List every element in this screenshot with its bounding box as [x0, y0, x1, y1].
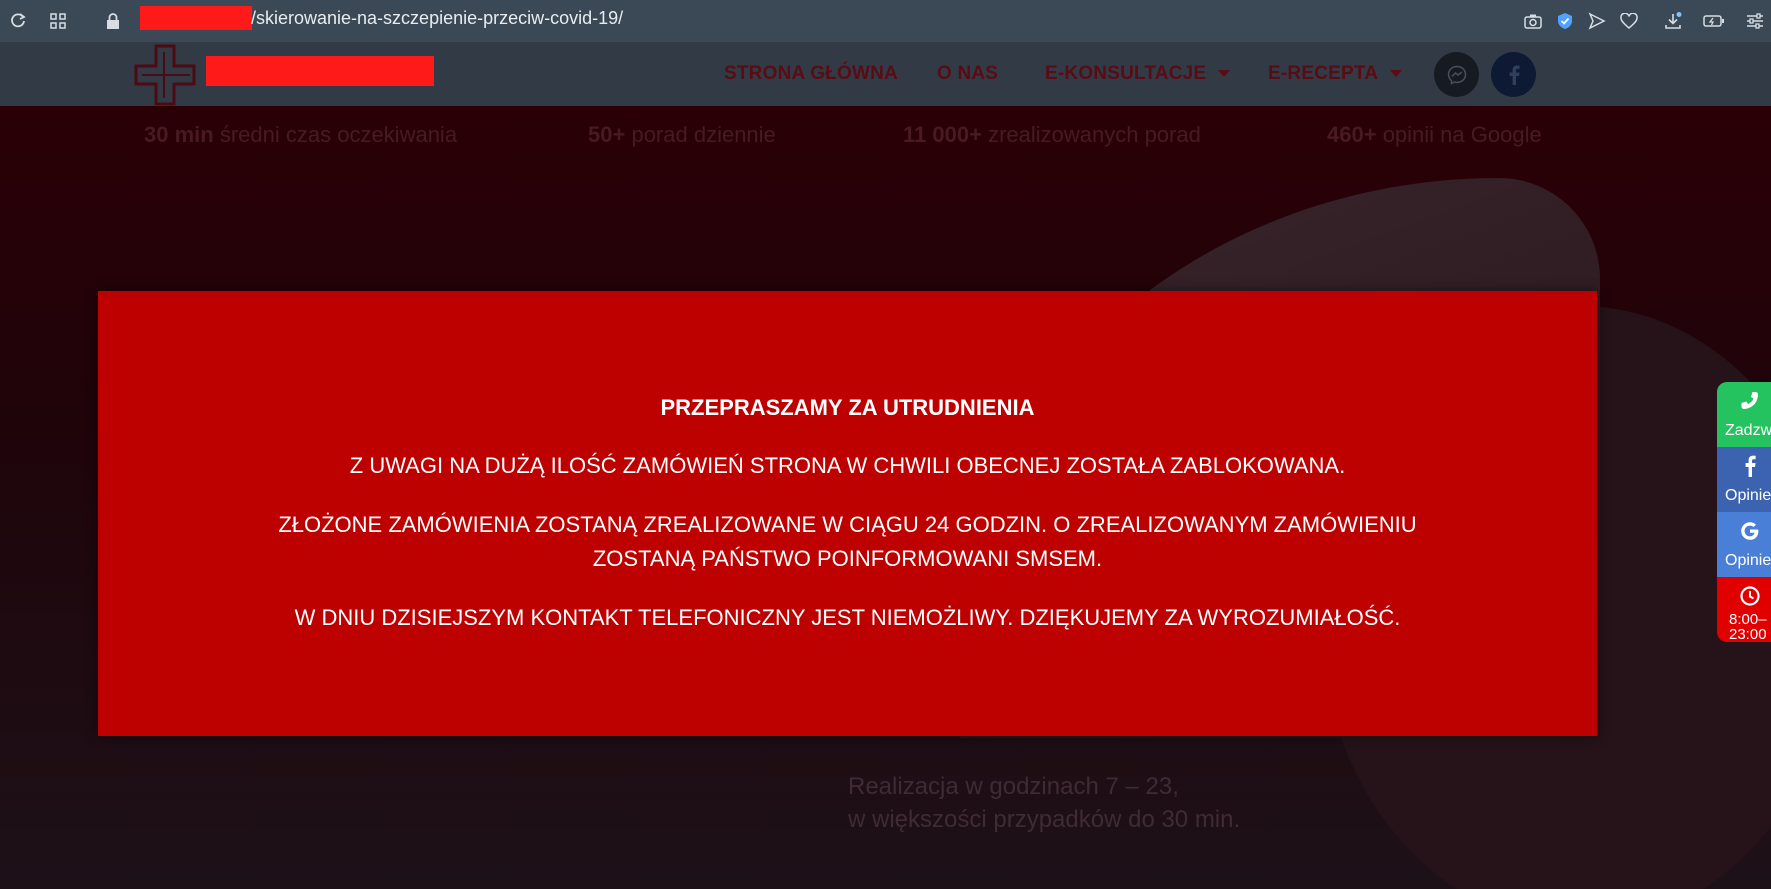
modal-message-orders-line1: ZŁOŻONE ZAMÓWIENIA ZOSTANĄ ZREALIZOWANE …: [278, 512, 1417, 537]
blocking-notice-modal: PRZEPRASZAMY ZA UTRUDNIENIA Z UWAGI NA D…: [98, 291, 1597, 736]
url-path[interactable]: /skierowanie-na-szczepienie-przeciw-covi…: [251, 6, 623, 30]
google-icon: [1737, 518, 1763, 544]
facebook-icon: [1737, 453, 1763, 479]
logo-name-redaction: [206, 56, 434, 86]
modal-message-blocked: Z UWAGI NA DUŻĄ ILOŚĆ ZAMÓWIEŃ STRONA W …: [349, 453, 1346, 478]
download-icon[interactable]: [1661, 9, 1685, 33]
nav-about[interactable]: O NAS: [937, 63, 998, 85]
phone-icon: [1737, 388, 1763, 414]
stat-daily-advice-text: porad dziennie: [631, 122, 776, 147]
clock-icon: [1737, 583, 1763, 609]
url-domain-redaction: [140, 6, 252, 30]
hero-hours-line2: w większości przypadków do 30 min.: [848, 806, 1241, 833]
camera-icon[interactable]: [1521, 9, 1545, 33]
messenger-button[interactable]: [1434, 52, 1479, 97]
call-button-label: Zadzw: [1725, 422, 1771, 439]
hero-hours-text: Realizacja w godzinach 7 – 23, w większo…: [848, 770, 1240, 836]
messenger-icon: [1447, 65, 1466, 85]
stat-wait-time-value: 30 min: [144, 122, 214, 147]
settings-sliders-icon[interactable]: [1743, 9, 1767, 33]
nav-e-prescription-label: E-RECEPTA: [1268, 63, 1379, 84]
browser-toolbar: /skierowanie-na-szczepienie-przeciw-covi…: [0, 0, 1771, 42]
lock-icon: [101, 9, 125, 33]
site-header: STRONA GŁÓWNA O NAS E-KONSULTACJE E-RECE…: [0, 42, 1771, 106]
nav-e-consultations[interactable]: E-KONSULTACJE: [1045, 63, 1231, 85]
nav-home[interactable]: STRONA GŁÓWNA: [724, 63, 898, 85]
hours-line2: 23:00: [1729, 626, 1767, 643]
facebook-button[interactable]: [1491, 52, 1536, 97]
chevron-down-icon: [1390, 70, 1403, 78]
modal-title: PRZEPRASZAMY ZA UTRUDNIENIA: [660, 395, 1035, 420]
nav-e-consultations-label: E-KONSULTACJE: [1045, 63, 1207, 84]
chevron-down-icon: [1218, 70, 1231, 78]
google-reviews-button[interactable]: Opinie: [1717, 512, 1771, 577]
modal-message-orders-line2: ZOSTANĄ PAŃSTWO POINFORMOWANI SMSEM.: [592, 546, 1103, 571]
nav-e-prescription[interactable]: E-RECEPTA: [1268, 63, 1403, 85]
stat-google-reviews-value: 460+: [1327, 122, 1377, 147]
facebook-reviews-label: Opinie: [1725, 487, 1771, 504]
hero-hours-line1: Realizacja w godzinach 7 – 23,: [848, 773, 1179, 800]
google-reviews-label: Opinie: [1725, 552, 1771, 569]
heart-icon[interactable]: [1617, 9, 1641, 33]
reload-icon[interactable]: [6, 9, 30, 33]
tabs-grid-icon[interactable]: [46, 9, 70, 33]
stat-completed-text: zrealizowanych porad: [988, 122, 1201, 147]
facebook-reviews-button[interactable]: Opinie: [1717, 447, 1771, 512]
shield-icon[interactable]: [1553, 9, 1577, 33]
stat-google-reviews-text: opinii na Google: [1382, 122, 1542, 147]
stat-wait-time: 30 min średni czas oczekiwania: [144, 122, 457, 148]
facebook-icon: [1509, 65, 1520, 85]
modal-message-contact: W DNIU DZISIEJSZYM KONTAKT TELEFONICZNY …: [294, 605, 1401, 630]
send-icon[interactable]: [1585, 9, 1609, 33]
stat-completed: 11 000+ zrealizowanych porad: [903, 122, 1201, 148]
stat-completed-value: 11 000+: [903, 122, 982, 147]
battery-icon[interactable]: [1702, 9, 1726, 33]
stat-daily-advice: 50+ porad dziennie: [588, 122, 776, 148]
opening-hours-badge: 8:00– 23:00: [1717, 577, 1771, 642]
stat-daily-advice-value: 50+: [588, 122, 626, 147]
stat-google-reviews: 460+ opinii na Google: [1327, 122, 1542, 148]
stat-wait-time-text: średni czas oczekiwania: [219, 122, 458, 147]
logo-cross-icon[interactable]: [134, 44, 198, 106]
call-button[interactable]: Zadzw: [1717, 382, 1771, 447]
